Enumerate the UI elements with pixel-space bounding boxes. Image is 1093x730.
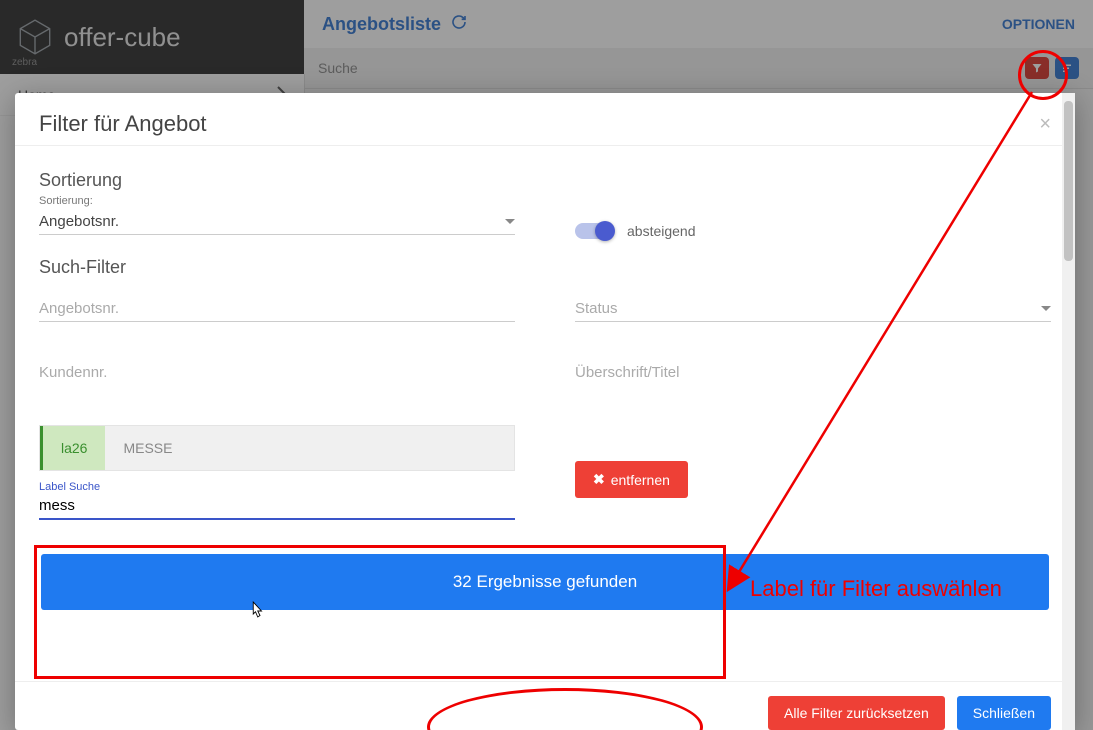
descending-label: absteigend: [627, 223, 696, 239]
sort-select[interactable]: Angebotsnr.: [39, 209, 515, 235]
section-sort-heading: Sortierung: [39, 170, 1051, 191]
status-select[interactable]: Status: [575, 296, 1051, 322]
section-filter-heading: Such-Filter: [39, 257, 1051, 278]
x-icon: ✖: [593, 471, 605, 488]
label-option-active[interactable]: la26: [40, 426, 105, 470]
label-search-label: Label Suche: [39, 481, 515, 493]
close-button[interactable]: Schließen: [957, 696, 1051, 730]
caret-down-icon: [505, 219, 515, 224]
offer-no-field[interactable]: Angebotsnr.: [39, 296, 515, 322]
sort-value: Angebotsnr.: [39, 213, 119, 230]
label-suggestions: la26 MESSE: [39, 425, 515, 471]
annotation-rect-labels: [34, 545, 726, 679]
close-icon[interactable]: ×: [1039, 113, 1051, 136]
customer-no-field[interactable]: Kundennr.: [39, 360, 515, 385]
remove-label-button[interactable]: ✖ entfernen: [575, 461, 688, 498]
label-option[interactable]: MESSE: [105, 426, 190, 470]
modal-title: Filter für Angebot: [39, 111, 207, 137]
reset-filters-button[interactable]: Alle Filter zurücksetzen: [768, 696, 945, 730]
caret-down-icon: [1041, 306, 1051, 311]
pointer-cursor-icon: [248, 600, 266, 627]
label-search-input[interactable]: [39, 493, 515, 520]
title-field[interactable]: Überschrift/Titel: [575, 360, 1051, 385]
descending-toggle[interactable]: [575, 223, 613, 239]
annotation-circle-filter: [1018, 50, 1068, 100]
sort-label: Sortierung:: [39, 195, 515, 207]
